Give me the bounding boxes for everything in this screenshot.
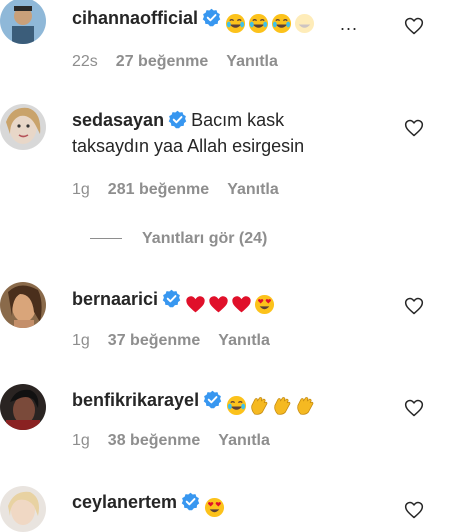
emoji-row [226, 392, 318, 416]
clap-emoji-icon [295, 395, 316, 416]
replies-divider [90, 238, 122, 240]
verified-badge-icon [181, 492, 200, 511]
reply-button[interactable]: Yanıtla [218, 332, 270, 349]
verified-badge-icon [168, 110, 187, 129]
username[interactable]: bernaarici [72, 289, 158, 309]
verified-badge-icon [162, 289, 181, 308]
view-replies-label: Yanıtları gör (24) [142, 230, 268, 247]
clap-emoji-icon [249, 395, 270, 416]
more-indicator: ... [340, 14, 359, 34]
emoji-row [225, 10, 317, 34]
comment-body: ceylanertem [72, 490, 402, 518]
like-heart-icon[interactable] [404, 296, 424, 316]
username[interactable]: cihannaofficial [72, 8, 198, 28]
likes-count[interactable]: 38 beğenme [108, 432, 200, 449]
comment-time: 22s [72, 53, 98, 70]
red-heart-icon [185, 294, 206, 315]
view-replies-button[interactable]: Yanıtları gör (24) [90, 230, 267, 248]
comment-body: benfikrikarayel [72, 388, 402, 416]
comment-meta: 22s 27 beğenme Yanıtla [72, 53, 296, 71]
avatar[interactable] [0, 486, 46, 532]
avatar[interactable] [0, 282, 46, 328]
comment-body-continued: taksaydın yaa Allah esirgesin [72, 134, 402, 158]
verified-badge-icon [203, 390, 222, 409]
joy-emoji-icon [226, 395, 247, 416]
comment-time: 1g [72, 432, 90, 449]
likes-count[interactable]: 37 beğenme [108, 332, 200, 349]
likes-count[interactable]: 27 beğenme [116, 53, 208, 70]
like-heart-icon[interactable] [404, 16, 424, 36]
avatar[interactable] [0, 384, 46, 430]
username[interactable]: benfikrikarayel [72, 390, 199, 410]
joy-emoji-faded-icon [294, 13, 315, 34]
comment-text: taksaydın yaa Allah esirgesin [72, 136, 305, 156]
like-heart-icon[interactable] [404, 500, 424, 520]
joy-emoji-icon [225, 13, 246, 34]
comment-time: 1g [72, 181, 90, 198]
comment-time: 1g [72, 332, 90, 349]
comment-body: bernaarici [72, 287, 402, 315]
username[interactable]: ceylanertem [72, 492, 177, 512]
heart-eyes-emoji-icon [204, 497, 225, 518]
joy-emoji-icon [271, 13, 292, 34]
emoji-row [204, 494, 227, 518]
username[interactable]: sedasayan [72, 110, 164, 130]
comment-meta: 1g 37 beğenme Yanıtla [72, 332, 288, 350]
avatar[interactable] [0, 0, 46, 44]
reply-button[interactable]: Yanıtla [226, 53, 278, 70]
reply-button[interactable]: Yanıtla [218, 432, 270, 449]
heart-eyes-emoji-icon [254, 294, 275, 315]
comment-meta: 1g 38 beğenme Yanıtla [72, 432, 288, 450]
like-heart-icon[interactable] [404, 398, 424, 418]
comments-feed: cihannaofficial ... 22s 27 beğenme Yanıtla… [0, 0, 450, 532]
joy-emoji-icon [248, 13, 269, 34]
like-heart-icon[interactable] [404, 118, 424, 138]
comment-text: Bacım kask [191, 110, 285, 130]
reply-button[interactable]: Yanıtla [227, 181, 279, 198]
clap-emoji-icon [272, 395, 293, 416]
comment-body: sedasayan Bacım kask [72, 108, 402, 132]
red-heart-icon [231, 294, 252, 315]
comment-meta: 1g 281 beğenme Yanıtla [72, 181, 297, 199]
red-heart-icon [208, 294, 229, 315]
emoji-row [185, 291, 277, 315]
avatar[interactable] [0, 104, 46, 150]
verified-badge-icon [202, 8, 221, 27]
likes-count[interactable]: 281 beğenme [108, 181, 209, 198]
